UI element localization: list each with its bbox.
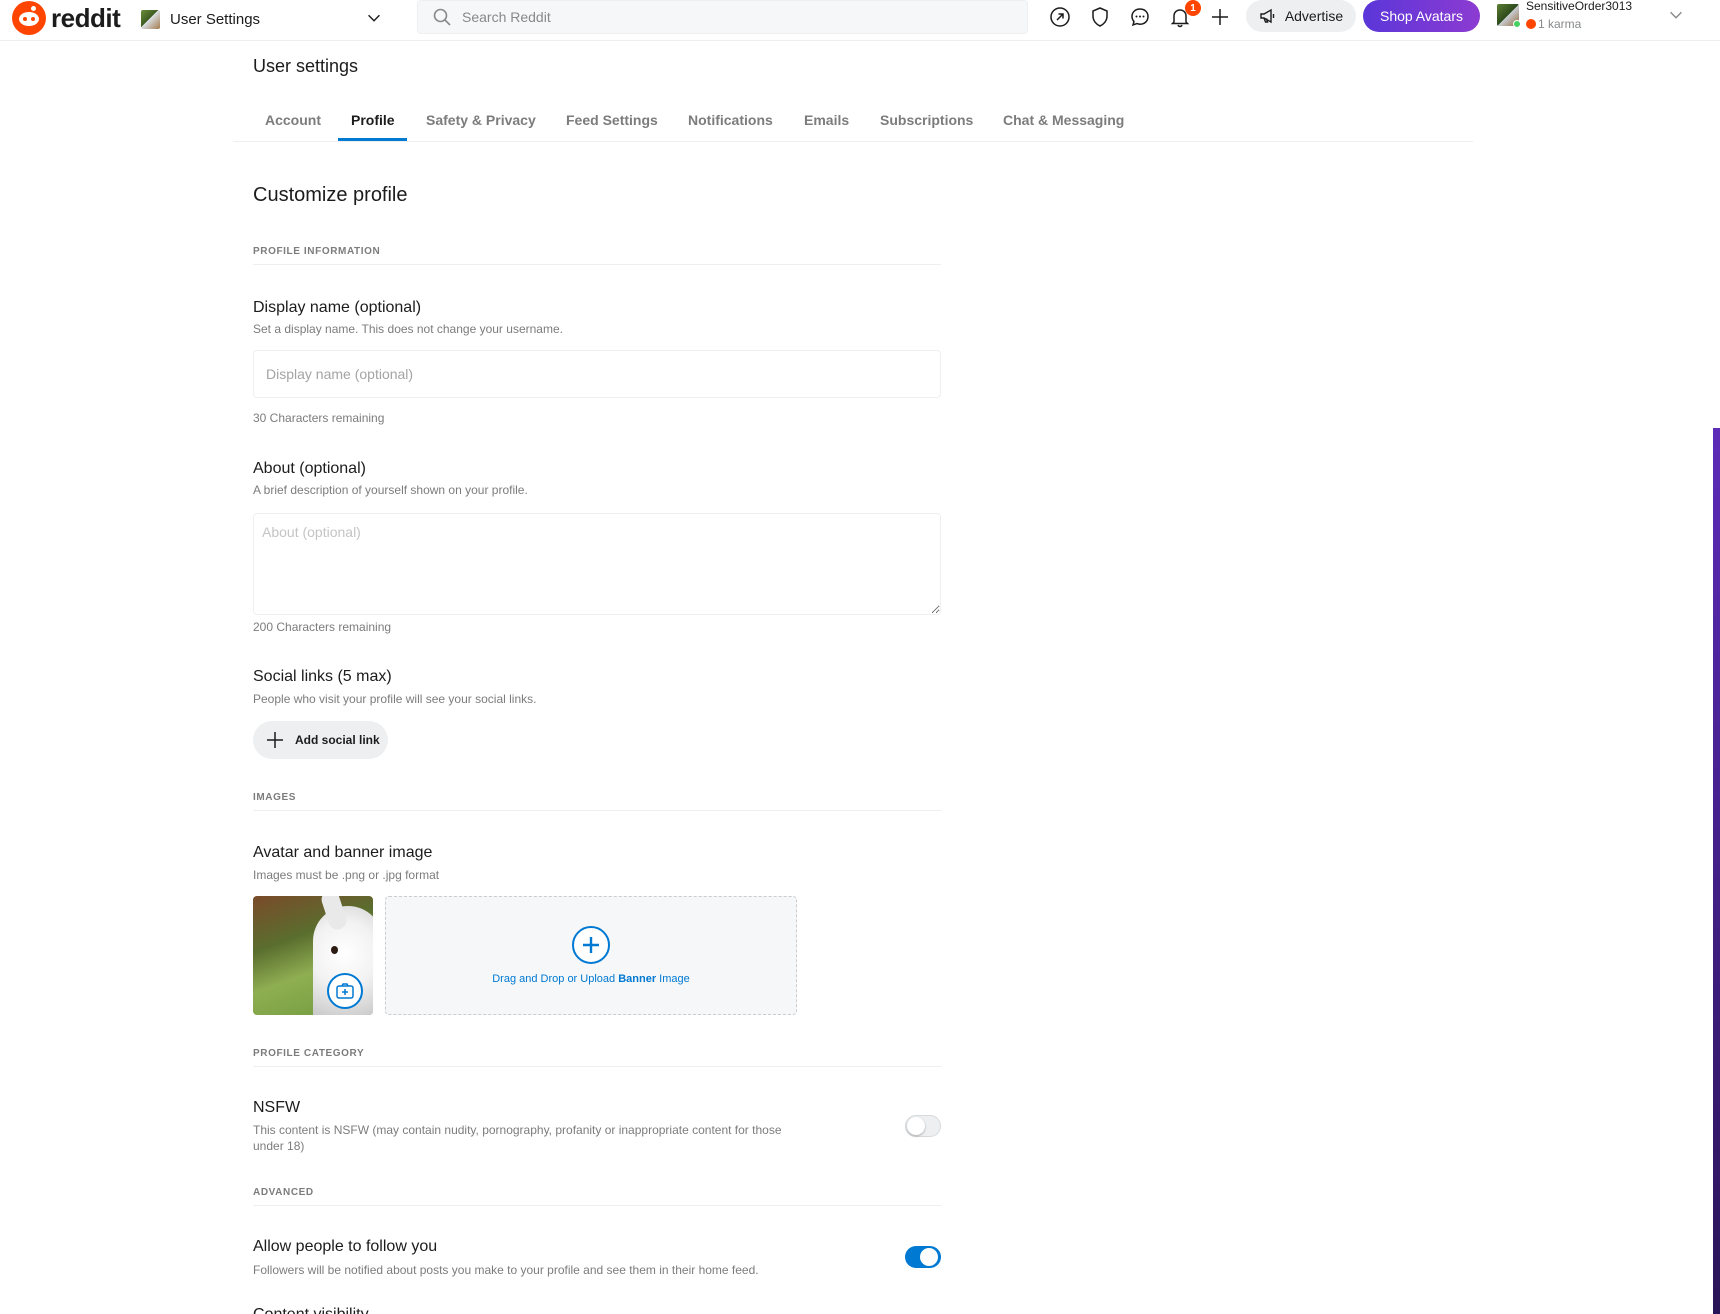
banner-upload-text: Drag and Drop or Upload Banner Image <box>386 973 796 985</box>
megaphone-icon <box>1260 8 1275 24</box>
social-links-description: People who visit your profile will see y… <box>253 692 537 706</box>
toggle-knob <box>907 1117 925 1135</box>
tab-notifications[interactable]: Notifications <box>688 112 773 128</box>
group-label-images: IMAGES <box>253 792 297 803</box>
settings-tabs: Account Profile Safety & Privacy Feed Se… <box>233 96 1473 142</box>
about-description: A brief description of yourself shown on… <box>253 483 528 497</box>
group-label-profile-category: PROFILE CATEGORY <box>253 1048 365 1059</box>
chevron-down-icon <box>368 14 380 22</box>
content-visibility-title: Content visibility <box>253 1306 369 1314</box>
add-social-link-label: Add social link <box>295 733 380 747</box>
arrow-up-right-circle-icon <box>1050 7 1070 27</box>
side-decoration <box>1713 428 1720 1314</box>
advertise-button[interactable]: Advertise <box>1246 0 1356 32</box>
active-tab-indicator <box>338 138 407 141</box>
banner-upload-prefix: Drag and Drop or Upload <box>492 973 619 985</box>
nsfw-toggle[interactable] <box>905 1115 941 1137</box>
online-status-dot <box>1513 20 1521 28</box>
nsfw-description: This content is NSFW (may contain nudity… <box>253 1123 782 1153</box>
avatar-banner-description: Images must be .png or .jpg format <box>253 868 440 882</box>
avatar-banner-title: Avatar and banner image <box>253 844 433 861</box>
about-textarea[interactable] <box>253 513 941 615</box>
tab-chat-messaging[interactable]: Chat & Messaging <box>1003 112 1124 128</box>
shop-avatars-button[interactable]: Shop Avatars <box>1363 0 1480 32</box>
nsfw-title: NSFW <box>253 1099 301 1116</box>
banner-upload-suffix: Image <box>656 973 690 985</box>
avatar-image-upload[interactable] <box>253 896 373 1015</box>
tab-safety-privacy[interactable]: Safety & Privacy <box>426 112 536 128</box>
group-label-profile-information: PROFILE INFORMATION <box>253 246 381 257</box>
about-counter: 200 Characters remaining <box>253 620 392 634</box>
display-name-title: Display name (optional) <box>253 299 422 316</box>
chat-bubble-icon <box>1131 8 1149 27</box>
search-icon <box>433 8 451 26</box>
tab-profile[interactable]: Profile <box>351 112 395 128</box>
group-label-advanced: ADVANCED <box>253 1187 314 1198</box>
toggle-knob <box>920 1248 938 1266</box>
section-title: Customize profile <box>253 184 408 206</box>
shield-icon <box>1092 7 1108 27</box>
create-post-button[interactable] <box>1207 4 1233 30</box>
community-switcher-label: User Settings <box>170 10 261 28</box>
community-switcher[interactable]: User Settings <box>141 6 393 32</box>
user-menu[interactable]: SensitiveOrder3013 1 karma <box>1497 0 1697 36</box>
divider <box>253 1205 941 1206</box>
display-name-description: Set a display name. This does not change… <box>253 322 563 336</box>
reddit-snoo-icon <box>12 1 46 35</box>
add-social-link-button[interactable]: Add social link <box>253 721 388 759</box>
username: SensitiveOrder3013 <box>1526 0 1633 13</box>
search-bar[interactable] <box>417 0 1028 34</box>
about-title: About (optional) <box>253 460 366 477</box>
popular-button[interactable] <box>1047 4 1073 30</box>
allow-follow-description: Followers will be notified about posts y… <box>253 1263 759 1277</box>
banner-upload-bold: Banner <box>618 973 657 985</box>
karma-count: 1 karma <box>1526 17 1581 31</box>
karma-flower-icon <box>1526 19 1536 29</box>
reddit-logo[interactable]: reddit <box>12 1 121 35</box>
moderation-button[interactable] <box>1087 4 1113 30</box>
divider <box>253 1066 941 1067</box>
logo-text: reddit <box>51 2 121 33</box>
display-name-counter: 30 Characters remaining <box>253 411 385 425</box>
tab-emails[interactable]: Emails <box>804 112 849 128</box>
camera-upload-icon[interactable] <box>327 973 363 1009</box>
plus-icon <box>267 732 283 748</box>
plus-icon <box>1212 9 1228 25</box>
banner-image-dropzone[interactable]: Drag and Drop or Upload Banner Image <box>385 896 797 1015</box>
karma-label: 1 karma <box>1538 17 1582 31</box>
tab-feed-settings[interactable]: Feed Settings <box>566 112 658 128</box>
chevron-down-icon <box>1670 11 1682 19</box>
advertise-label: Advertise <box>1284 8 1344 24</box>
chat-button[interactable] <box>1127 4 1153 30</box>
community-thumbnail <box>141 9 160 29</box>
allow-follow-toggle[interactable] <box>905 1246 941 1268</box>
search-input[interactable] <box>462 9 1002 25</box>
allow-follow-title: Allow people to follow you <box>253 1238 438 1255</box>
page-title: User settings <box>253 56 359 76</box>
divider <box>253 264 941 265</box>
top-navigation-bar: reddit User Settings 1 Advertise Shop Av… <box>0 0 1720 41</box>
plus-circle-icon[interactable] <box>572 926 610 964</box>
display-name-input[interactable] <box>253 350 941 398</box>
notification-count-badge: 1 <box>1185 0 1201 16</box>
social-links-title: Social links (5 max) <box>253 668 392 685</box>
tab-subscriptions[interactable]: Subscriptions <box>880 112 973 128</box>
tab-account[interactable]: Account <box>265 112 321 128</box>
divider <box>253 810 941 811</box>
